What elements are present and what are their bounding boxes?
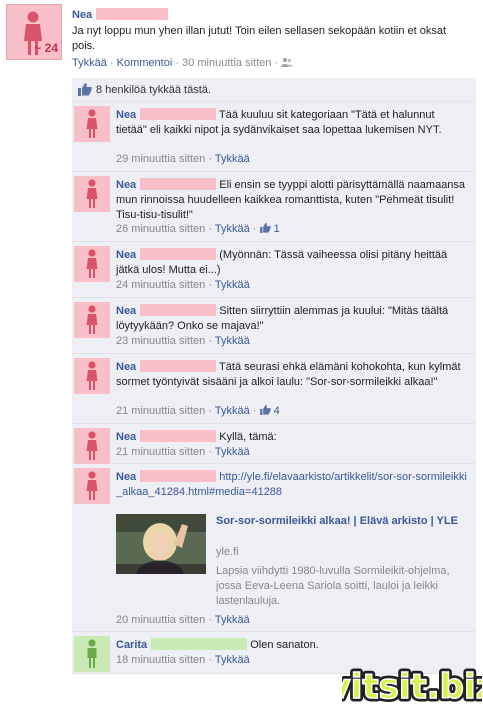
link-preview: Sor-sor-sormileikki alkaa! | Elävä arkis…	[116, 514, 468, 607]
avatar[interactable]	[74, 358, 110, 394]
likes-summary: 8 henkilöä tykkää tästä.	[72, 78, 476, 102]
comment-author[interactable]: Nea	[116, 179, 136, 191]
like-link[interactable]: Tykkää	[72, 57, 107, 69]
comment-item: Nea Eli ensin se tyyppi alotti pärisyttä…	[72, 172, 476, 242]
comment-meta: 24 minuuttia sitten · Tykkää	[116, 279, 250, 291]
like-link[interactable]: Tykkää	[215, 335, 250, 347]
comment-time[interactable]: 21 minuuttia sitten	[116, 405, 205, 417]
status-post: ~ 24 Nea Ja nyt loppu mun yhen illan jut…	[0, 0, 483, 80]
comment-item: Nea Sitten siirryttiin alemmas ja kuului…	[72, 298, 476, 354]
comment-link[interactable]: Kommentoi	[117, 57, 173, 69]
comment-author[interactable]: Nea	[116, 431, 136, 443]
svg-text:vitsit.biz: vitsit.biz	[342, 667, 482, 707]
comment-author[interactable]: Nea	[116, 109, 136, 121]
redacted-surname	[140, 304, 217, 316]
comment-author[interactable]: Nea	[116, 471, 136, 483]
avatar[interactable]	[74, 106, 110, 142]
post-actions: Tykkää · Kommentoi · 30 minuuttia sitten…	[72, 57, 294, 69]
avatar[interactable]	[74, 468, 110, 504]
female-figure-icon	[86, 305, 98, 334]
comment-time[interactable]: 29 minuuttia sitten	[116, 153, 205, 165]
comment-author[interactable]: Nea	[116, 249, 136, 261]
thumbs-up-icon	[259, 223, 271, 233]
comment-text: Olen sanaton.	[250, 639, 319, 651]
preview-title-link[interactable]: Sor-sor-sormileikki alkaa! | Elävä arkis…	[216, 514, 466, 529]
author-name[interactable]: Nea	[72, 8, 169, 21]
like-link[interactable]: Tykkää	[215, 446, 250, 458]
like-link[interactable]: Tykkää	[215, 153, 250, 165]
comment-time[interactable]: 18 minuuttia sitten	[116, 654, 205, 666]
avatar[interactable]	[74, 176, 110, 212]
avatar[interactable]: ~ 24	[6, 4, 62, 60]
like-link[interactable]: Tykkää	[215, 654, 250, 666]
redacted-surname	[140, 248, 217, 260]
redacted-surname	[140, 178, 217, 190]
watermark-logo: vitsit.biz vitsit.biz	[325, 660, 483, 710]
like-link[interactable]: Tykkää	[215, 405, 250, 417]
comment-time[interactable]: 23 minuuttia sitten	[116, 335, 205, 347]
comment-meta: 26 minuuttia sitten · Tykkää · 1	[116, 223, 280, 235]
comment-time[interactable]: 26 minuuttia sitten	[116, 223, 205, 235]
age-badge: ~ 24	[34, 41, 58, 55]
comment-meta: 20 minuuttia sitten · Tykkää	[116, 614, 250, 626]
like-link[interactable]: Tykkää	[215, 614, 250, 626]
like-link[interactable]: Tykkää	[215, 223, 250, 235]
comment-time[interactable]: 20 minuuttia sitten	[116, 614, 205, 626]
redacted-surname	[140, 108, 217, 120]
avatar[interactable]	[74, 636, 110, 672]
avatar[interactable]	[74, 246, 110, 282]
avatar[interactable]	[74, 302, 110, 338]
post-text: Ja nyt loppu mun yhen illan jutut! Toin …	[72, 25, 447, 52]
comment-author[interactable]: Nea	[116, 361, 136, 373]
comment-like-count[interactable]: 4	[274, 405, 280, 417]
comment-time[interactable]: 21 minuuttia sitten	[116, 446, 205, 458]
friends-audience-icon[interactable]	[281, 57, 294, 67]
female-figure-icon	[86, 361, 98, 390]
comment-meta: 23 minuuttia sitten · Tykkää	[116, 335, 250, 347]
like-link[interactable]: Tykkää	[215, 279, 250, 291]
preview-description: Lapsia viihdytti 1980-luvulla Sormileiki…	[216, 565, 450, 607]
redacted-surname	[140, 360, 217, 372]
video-still-image	[116, 514, 206, 574]
preview-host: yle.fi	[216, 546, 239, 558]
comment-item: Nea Tätä seurasi ehkä elämäni kohokohta,…	[72, 354, 476, 424]
redacted-surname	[140, 430, 217, 442]
likes-count-link[interactable]: 8 henkilöä tykkää tästä.	[96, 84, 211, 96]
redacted-surname	[151, 638, 248, 650]
female-figure-icon	[86, 179, 98, 208]
comment-text: Kyllä, tämä:	[219, 431, 277, 443]
female-figure-icon	[86, 109, 98, 138]
comment-item: Nea Kyllä, tämä: 21 minuuttia sitten · T…	[72, 424, 476, 464]
comment-author[interactable]: Nea	[116, 305, 136, 317]
timestamp[interactable]: 30 minuuttia sitten	[182, 57, 271, 69]
comment-meta: 21 minuuttia sitten · Tykkää	[116, 446, 250, 458]
comment-meta: 18 minuuttia sitten · Tykkää	[116, 654, 250, 666]
comment-item: Nea (Myönnän: Tässä vaiheessa olisi pitä…	[72, 242, 476, 298]
thumbs-up-icon	[259, 405, 271, 415]
comment-time[interactable]: 24 minuuttia sitten	[116, 279, 205, 291]
comment-meta: 21 minuuttia sitten · Tykkää · 4	[116, 405, 280, 417]
comment-meta: 29 minuuttia sitten · Tykkää	[116, 153, 250, 165]
redacted-surname	[96, 8, 169, 20]
comment-like-count[interactable]: 1	[274, 223, 280, 235]
comment-item: Nea http://yle.fi/elavaarkisto/artikkeli…	[72, 464, 476, 632]
female-figure-icon	[86, 471, 98, 500]
avatar[interactable]	[74, 428, 110, 464]
female-figure-icon	[86, 431, 98, 460]
female-figure-icon	[86, 249, 98, 278]
preview-thumbnail[interactable]	[116, 514, 206, 574]
male-figure-icon	[87, 639, 97, 668]
thumbs-up-icon	[78, 83, 92, 96]
comment-item: Nea Tää kuuluu sit kategoriaan "Tätä et …	[72, 102, 476, 172]
vitsit-logo: vitsit.biz vitsit.biz	[325, 664, 483, 710]
comment-author[interactable]: Carita	[116, 639, 147, 651]
redacted-surname	[140, 470, 217, 482]
